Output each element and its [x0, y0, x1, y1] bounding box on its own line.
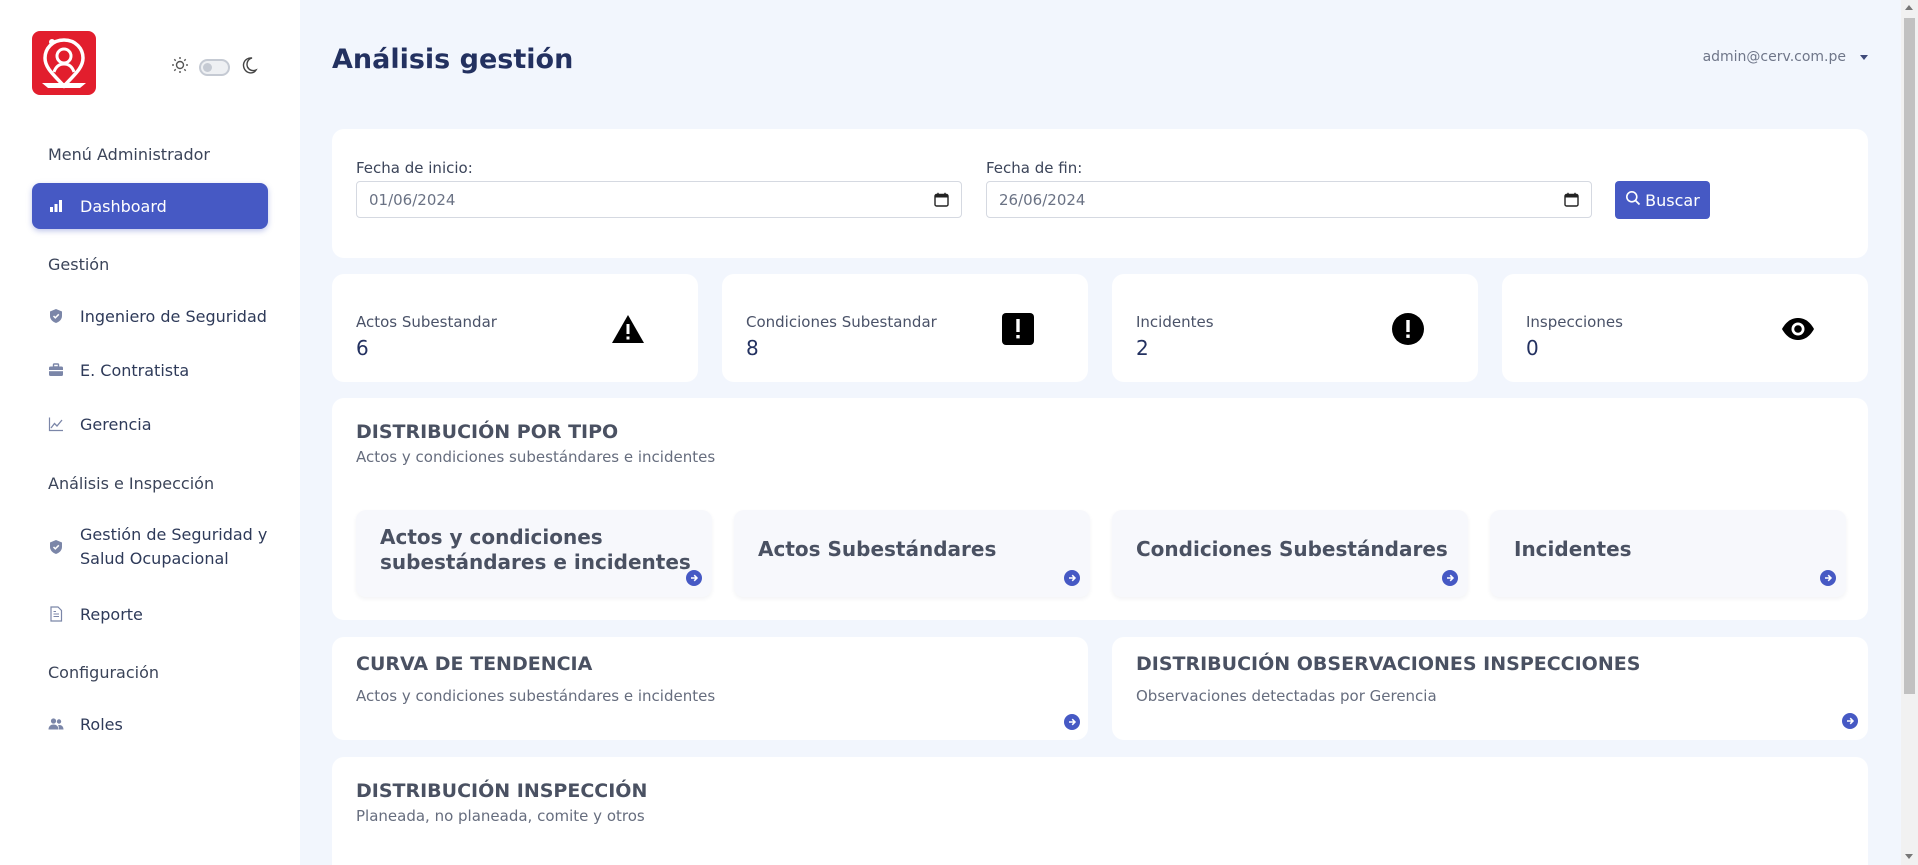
sidebar: Menú Administrador Dashboard Gestión Ing…: [0, 0, 300, 865]
type-card-todos[interactable]: Actos y condiciones subestándares e inci…: [356, 510, 712, 597]
calendar-icon[interactable]: [934, 192, 949, 207]
user-email: admin@cerv.com.pe: [1702, 49, 1846, 65]
sidebar-item-label: Gerencia: [80, 414, 152, 434]
menu-section-admin: Menú Administrador: [48, 145, 210, 164]
arrow-right-icon[interactable]: [1064, 570, 1080, 586]
chevron-down-icon: [1860, 54, 1868, 60]
eye-icon: [1781, 312, 1815, 346]
document-icon: [48, 606, 64, 622]
stat-label: Actos Subestandar: [356, 313, 497, 331]
stat-label: Incidentes: [1136, 313, 1214, 331]
sidebar-item-label: E. Contratista: [80, 360, 190, 380]
section-subtitle: Observaciones detectadas por Gerencia: [1136, 687, 1437, 705]
section-subtitle: Actos y condiciones subestándares e inci…: [356, 448, 716, 466]
search-button-label: Buscar: [1645, 190, 1700, 210]
section-title: DISTRIBUCIÓN POR TIPO: [356, 421, 619, 443]
briefcase-icon: [48, 362, 64, 378]
type-card-title-line2: subestándares e incidentes: [380, 550, 691, 574]
calendar-icon[interactable]: [1564, 192, 1579, 207]
sidebar-item-gestion-sso[interactable]: Gestión de Seguridad y Salud Ocupacional: [32, 521, 268, 573]
search-button[interactable]: Buscar: [1615, 181, 1710, 219]
sidebar-item-label-line2: Salud Ocupacional: [80, 549, 229, 568]
theme-switch-knob: [203, 62, 212, 72]
exclamation-circle-icon: [1391, 312, 1425, 346]
end-date-label: Fecha de fin:: [986, 159, 1083, 177]
end-date-input[interactable]: 26/06/2024: [986, 181, 1592, 218]
stat-card-condiciones: Condiciones Subestandar 8: [722, 274, 1088, 382]
exclamation-square-icon: [1001, 312, 1035, 346]
scroll-up-icon[interactable]: [1905, 5, 1913, 10]
stat-value: 2: [1136, 336, 1149, 360]
sidebar-item-label: Reporte: [80, 604, 143, 624]
bar-chart-icon: [48, 198, 64, 214]
stat-value: 8: [746, 336, 759, 360]
stat-card-inspecciones: Inspecciones 0: [1502, 274, 1868, 382]
arrow-right-icon[interactable]: [1842, 713, 1858, 729]
curva-tendencia-card[interactable]: CURVA DE TENDENCIA Actos y condiciones s…: [332, 637, 1088, 740]
type-card-title: Actos Subestándares: [758, 537, 997, 561]
sidebar-item-roles[interactable]: Roles: [32, 701, 268, 747]
type-card-title: Condiciones Subestándares: [1136, 537, 1448, 561]
arrow-right-icon[interactable]: [1442, 570, 1458, 586]
section-subtitle: Actos y condiciones subestándares e inci…: [356, 687, 716, 705]
arrow-right-icon[interactable]: [1820, 570, 1836, 586]
type-card-title: Incidentes: [1514, 537, 1632, 561]
shield-icon: [48, 308, 64, 324]
stat-value: 0: [1526, 336, 1539, 360]
start-date-value: 01/06/2024: [369, 190, 456, 209]
search-icon: [1625, 190, 1641, 210]
section-subtitle: Planeada, no planeada, comite y otros: [356, 807, 645, 825]
stat-value: 6: [356, 336, 369, 360]
type-card-actos[interactable]: Actos Subestándares: [734, 510, 1090, 597]
end-date-value: 26/06/2024: [999, 190, 1086, 209]
warning-triangle-icon: [611, 312, 645, 346]
observaciones-card[interactable]: DISTRIBUCIÓN OBSERVACIONES INSPECCIONES …: [1112, 637, 1868, 740]
sidebar-item-contratista[interactable]: E. Contratista: [32, 347, 268, 393]
theme-toggle[interactable]: [171, 56, 258, 78]
sidebar-item-label: Ingeniero de Seguridad: [80, 306, 267, 326]
sidebar-item-ingeniero[interactable]: Ingeniero de Seguridad: [32, 293, 268, 339]
sidebar-item-reporte[interactable]: Reporte: [32, 591, 268, 637]
arrow-right-icon[interactable]: [1064, 714, 1080, 730]
menu-section-config: Configuración: [48, 663, 160, 682]
line-chart-icon: [48, 416, 64, 432]
sidebar-item-label-line1: Gestión de Seguridad y: [80, 525, 268, 544]
app-logo[interactable]: [32, 31, 96, 95]
sidebar-item-gerencia[interactable]: Gerencia: [32, 401, 268, 447]
type-card-title-line1: Actos y condiciones: [380, 525, 603, 549]
section-title: CURVA DE TENDENCIA: [356, 653, 593, 675]
distribucion-inspeccion-card: DISTRIBUCIÓN INSPECCIÓN Planeada, no pla…: [332, 757, 1868, 865]
sidebar-item-label: Roles: [80, 714, 123, 734]
menu-section-analisis: Análisis e Inspección: [48, 474, 215, 493]
scroll-down-icon[interactable]: [1905, 854, 1913, 859]
menu-section-gestion: Gestión: [48, 255, 110, 274]
type-card-condiciones[interactable]: Condiciones Subestándares: [1112, 510, 1468, 597]
stat-card-incidentes: Incidentes 2: [1112, 274, 1478, 382]
stat-label: Inspecciones: [1526, 313, 1623, 331]
moon-icon: [240, 56, 258, 78]
stat-label: Condiciones Subestandar: [746, 313, 937, 331]
shield-icon: [48, 539, 64, 555]
stat-card-actos: Actos Subestandar 6: [332, 274, 698, 382]
sun-icon: [171, 56, 189, 78]
user-menu[interactable]: admin@cerv.com.pe: [1703, 49, 1868, 65]
sidebar-item-dashboard[interactable]: Dashboard: [32, 183, 268, 229]
vertical-scrollbar[interactable]: [1901, 0, 1918, 865]
arrow-right-icon[interactable]: [686, 570, 702, 586]
type-card-title: Actos y condiciones subestándares e inci…: [380, 525, 691, 575]
section-title: DISTRIBUCIÓN INSPECCIÓN: [356, 780, 648, 802]
type-card-incidentes[interactable]: Incidentes: [1490, 510, 1846, 597]
scrollbar-thumb[interactable]: [1904, 18, 1915, 694]
start-date-label: Fecha de inicio:: [356, 159, 473, 177]
users-icon: [48, 716, 64, 732]
theme-switch[interactable]: [199, 58, 230, 76]
start-date-input[interactable]: 01/06/2024: [356, 181, 962, 218]
page-title: Análisis gestión: [332, 44, 574, 75]
sidebar-item-label: Dashboard: [80, 196, 167, 216]
sidebar-item-label: Gestión de Seguridad y Salud Ocupacional: [80, 523, 267, 571]
section-title: DISTRIBUCIÓN OBSERVACIONES INSPECCIONES: [1136, 653, 1641, 675]
